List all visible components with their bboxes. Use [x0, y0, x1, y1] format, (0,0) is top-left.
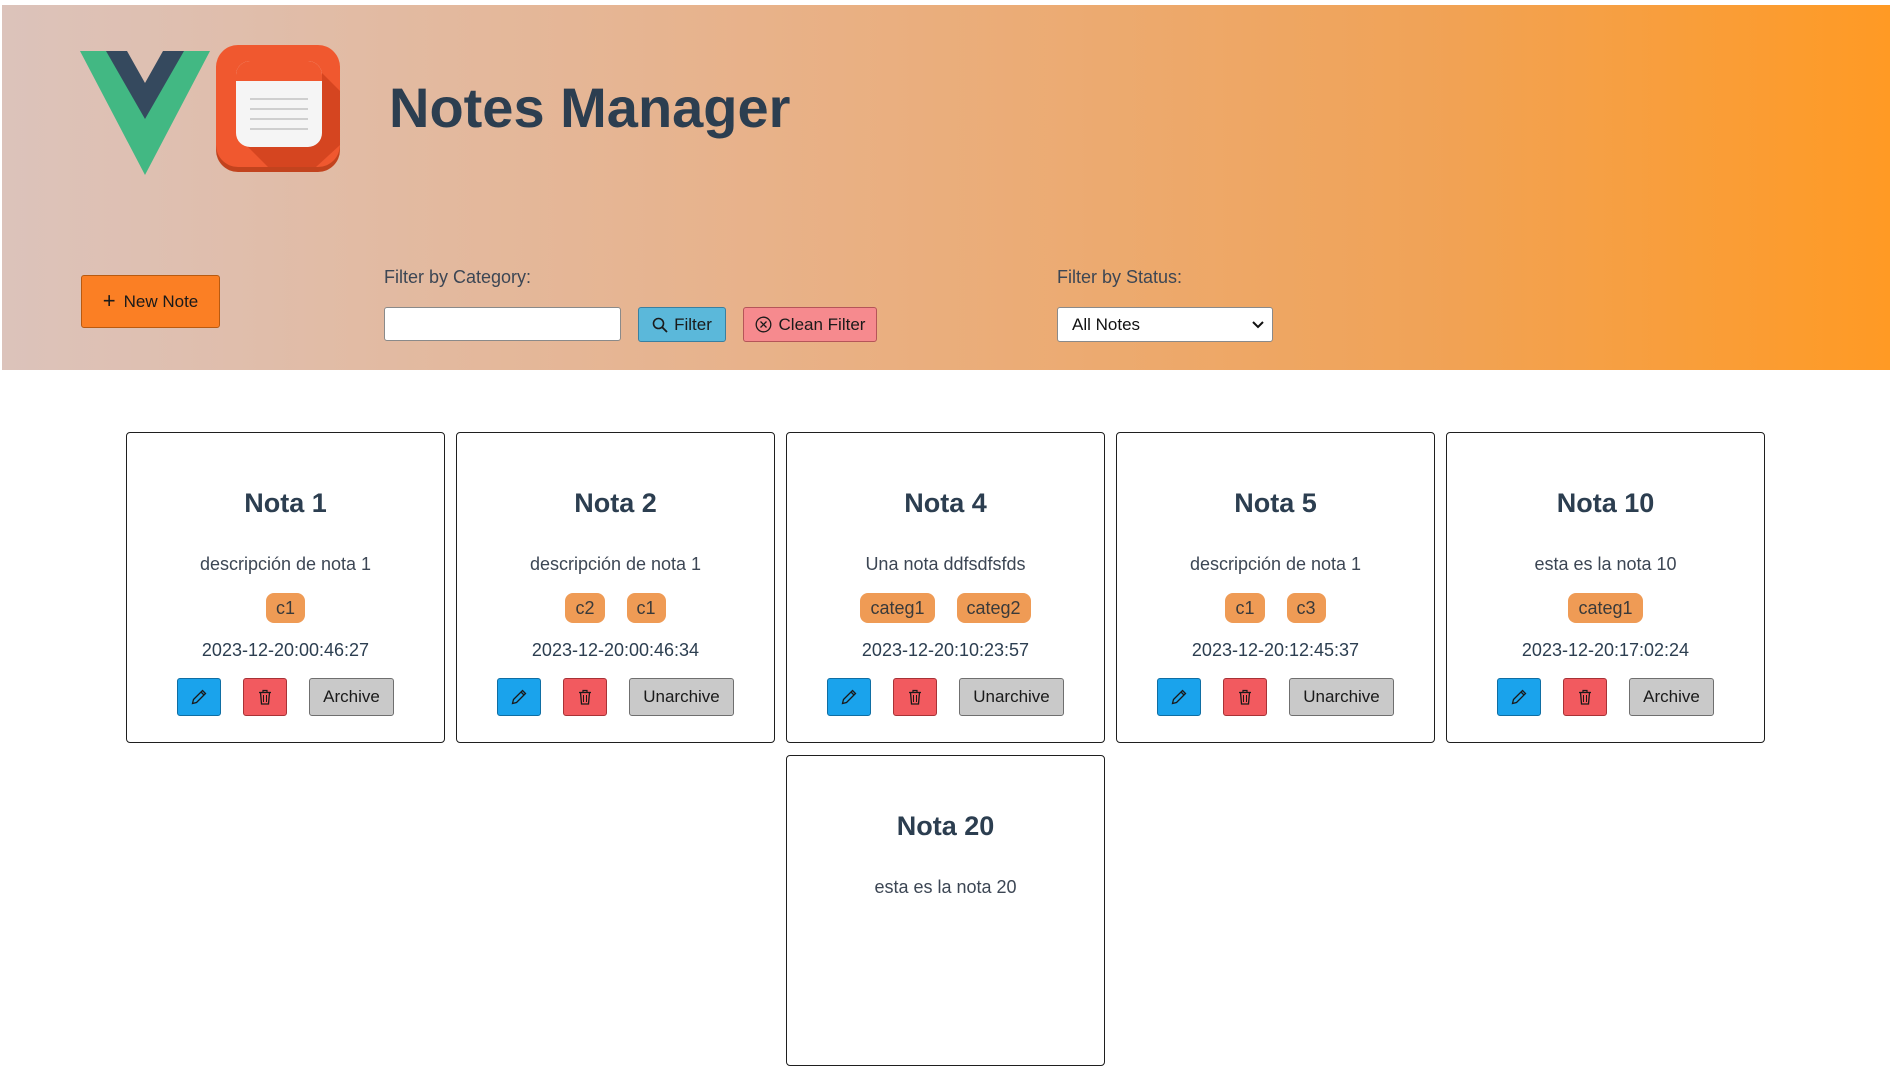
- note-date: 2023-12-20:00:46:27: [201, 640, 370, 660]
- category-tag: c3: [1286, 593, 1326, 623]
- note-description: descripción de nota 1: [1189, 554, 1362, 574]
- vue-logo-icon: [80, 51, 210, 175]
- note-date: 2023-12-20:10:23:57: [861, 640, 1030, 660]
- note-card: Nota 1 descripción de nota 1 c1 2023-12-…: [126, 432, 445, 743]
- note-card: Nota 4 Una nota ddfsdfsfds categ1 categ2 …: [786, 432, 1105, 743]
- note-actions: Archive: [127, 678, 444, 716]
- note-card: Nota 2 descripción de nota 1 c2 c1 2023-1…: [456, 432, 775, 743]
- note-description: descripción de nota 1: [529, 554, 702, 574]
- trash-icon: [1578, 689, 1592, 705]
- note-title: Nota 5: [1234, 488, 1317, 518]
- circle-x-icon: [755, 316, 772, 333]
- status-filter-select[interactable]: All Notes: [1057, 307, 1273, 342]
- note-actions: Unarchive: [457, 678, 774, 716]
- plus-icon: +: [102, 287, 116, 313]
- category-tag: c1: [265, 593, 305, 623]
- filter-button[interactable]: Filter: [638, 307, 726, 342]
- header-banner: Notes Manager + New Note Filter by Categ…: [2, 5, 1890, 370]
- edit-note-button[interactable]: [177, 678, 222, 716]
- pencil-icon: [1511, 689, 1527, 705]
- note-date: 2023-12-20:00:46:34: [531, 640, 700, 660]
- category-tag: categ1: [1568, 593, 1643, 623]
- note-title: Nota 20: [896, 811, 995, 841]
- delete-note-button[interactable]: [893, 678, 938, 716]
- filter-status-label: Filter by Status:: [1057, 267, 1183, 287]
- category-tag: c1: [1225, 593, 1265, 623]
- note-description: esta es la nota 10: [1534, 554, 1677, 574]
- archive-toggle-button[interactable]: Unarchive: [1289, 678, 1394, 716]
- note-tags: c2 c1: [457, 593, 774, 623]
- edit-note-button[interactable]: [497, 678, 542, 716]
- edit-note-button[interactable]: [1497, 678, 1542, 716]
- chevron-down-icon: [1252, 320, 1264, 329]
- note-tags: categ1 categ2: [787, 593, 1104, 623]
- note-tags: c1 c3: [1117, 593, 1434, 623]
- pencil-icon: [511, 689, 527, 705]
- status-selected-value: All Notes: [1072, 314, 1141, 334]
- note-date: 2023-12-20:12:45:37: [1191, 640, 1360, 660]
- note-title: Nota 2: [574, 488, 657, 518]
- notepad-logo-icon: [216, 45, 340, 172]
- note-actions: Unarchive: [787, 678, 1104, 716]
- edit-note-button[interactable]: [1157, 678, 1202, 716]
- note-card: Nota 5 descripción de nota 1 c1 c3 2023-1…: [1116, 432, 1435, 743]
- archive-toggle-button[interactable]: Archive: [1629, 678, 1714, 716]
- note-actions: Archive: [1447, 678, 1764, 716]
- trash-icon: [578, 689, 592, 705]
- page-title: Notes Manager: [389, 76, 791, 139]
- note-title: Nota 4: [904, 488, 987, 518]
- delete-note-button[interactable]: [1563, 678, 1608, 716]
- category-tag: categ2: [956, 593, 1031, 623]
- note-card: Nota 20 esta es la nota 20: [786, 755, 1105, 1066]
- note-title: Nota 10: [1556, 488, 1655, 518]
- note-title: Nota 1: [244, 488, 327, 518]
- archive-toggle-button[interactable]: Archive: [309, 678, 394, 716]
- note-description: esta es la nota 20: [874, 877, 1017, 897]
- pencil-icon: [841, 689, 857, 705]
- filter-button-label: Filter: [674, 314, 712, 334]
- category-tag: c2: [565, 593, 605, 623]
- filter-category-label: Filter by Category:: [384, 267, 532, 287]
- trash-icon: [258, 689, 272, 705]
- clean-filter-label: Clean Filter: [778, 314, 866, 334]
- category-tag: categ1: [860, 593, 935, 623]
- note-description: descripción de nota 1: [199, 554, 372, 574]
- delete-note-button[interactable]: [563, 678, 608, 716]
- trash-icon: [908, 689, 922, 705]
- logos: [80, 45, 345, 180]
- note-actions: Unarchive: [1117, 678, 1434, 716]
- category-tag: c1: [626, 593, 666, 623]
- archive-toggle-button[interactable]: Unarchive: [959, 678, 1064, 716]
- clean-filter-button[interactable]: Clean Filter: [743, 307, 877, 342]
- pencil-icon: [1171, 689, 1187, 705]
- note-tags: c1: [127, 593, 444, 623]
- note-card: Nota 10 esta es la nota 10 categ1 2023-1…: [1446, 432, 1765, 743]
- category-filter-input[interactable]: [384, 307, 621, 341]
- delete-note-button[interactable]: [243, 678, 288, 716]
- note-tags: categ1: [1447, 593, 1764, 623]
- new-note-button[interactable]: + New Note: [81, 275, 220, 328]
- archive-toggle-button[interactable]: Unarchive: [629, 678, 734, 716]
- note-date: 2023-12-20:17:02:24: [1521, 640, 1690, 660]
- pencil-icon: [191, 689, 207, 705]
- note-description: Una nota ddfsdfsfds: [865, 554, 1026, 574]
- new-note-label: New Note: [123, 291, 199, 311]
- delete-note-button[interactable]: [1223, 678, 1268, 716]
- search-icon: [652, 317, 668, 333]
- edit-note-button[interactable]: [827, 678, 872, 716]
- trash-icon: [1238, 689, 1252, 705]
